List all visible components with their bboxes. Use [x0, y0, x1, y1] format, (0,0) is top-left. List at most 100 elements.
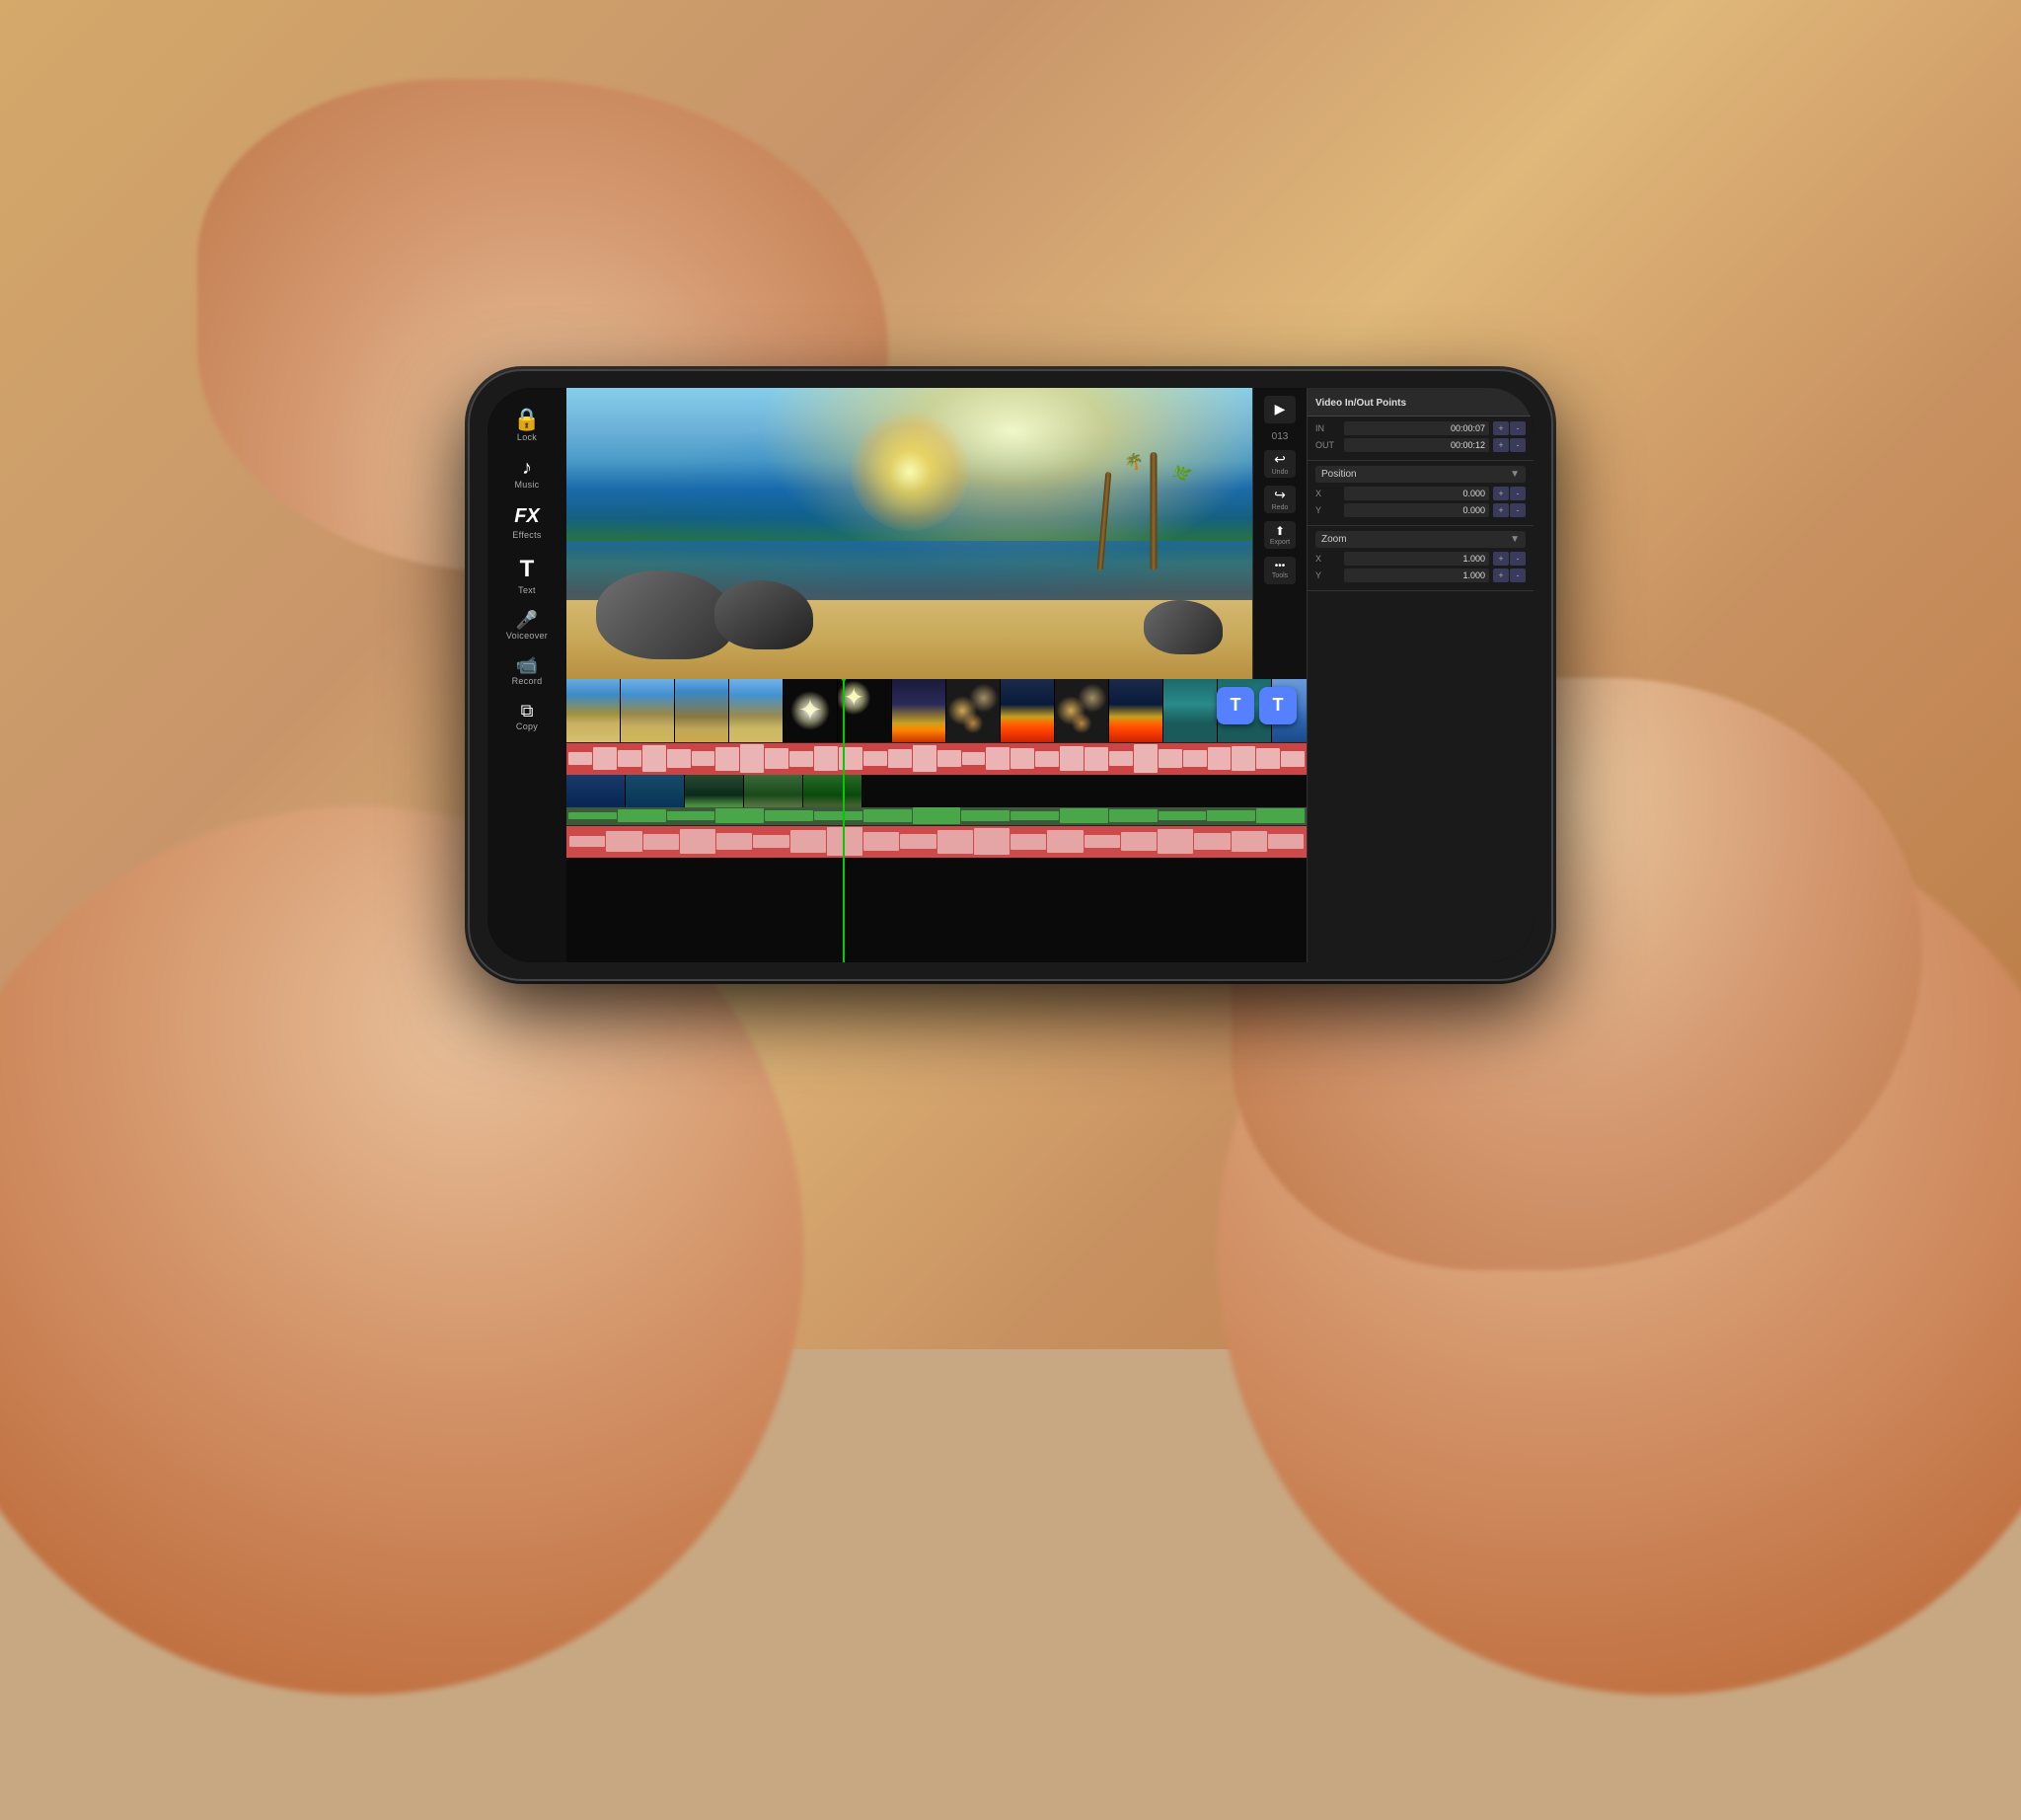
in-value: 00:00:07 [1344, 421, 1489, 435]
zoom-x-minus-btn[interactable]: - [1510, 552, 1526, 566]
position-section: Position ▼ X 0.000 + - Y 0.000 + [1308, 461, 1534, 526]
pos-y-plus-btn[interactable]: + [1493, 503, 1509, 517]
film-frame-11 [1109, 679, 1163, 742]
film-frame-12 [1163, 679, 1218, 742]
right-panel: Video In/Out Points IN 00:00:07 + - OUT … [1307, 388, 1534, 962]
zoom-y-controls: + - [1493, 569, 1526, 582]
in-point-section: IN 00:00:07 + - OUT 00:00:12 + - [1308, 417, 1534, 461]
text-icon: T [520, 556, 535, 583]
film-frame-3 [675, 679, 729, 742]
vertical-controls: ▶ 013 ↩ Undo ↪ Redo ⬆ Export [1252, 388, 1307, 679]
zoom-x-controls: + - [1493, 552, 1526, 566]
pos-x-controls: + - [1493, 487, 1526, 500]
music-icon: ♪ [522, 458, 532, 478]
pos-y-value: 0.000 [1344, 503, 1489, 517]
out-minus-btn[interactable]: - [1510, 438, 1526, 452]
in-plus-btn[interactable]: + [1493, 421, 1509, 435]
record-icon: 📹 [516, 656, 538, 674]
frame-counter: 013 [1272, 431, 1289, 442]
film-frame-4 [729, 679, 784, 742]
sidebar-item-effects[interactable]: FX Effects [491, 499, 562, 546]
copy-icon: ⧉ [521, 702, 534, 720]
pos-y-label: Y [1315, 505, 1340, 515]
film-frame-5: ✦ [784, 679, 838, 742]
sidebar-item-copy[interactable]: ⧉ Copy [491, 696, 562, 737]
tools-button[interactable]: ••• Tools [1264, 557, 1296, 584]
tools-icon: ••• [1275, 561, 1286, 571]
export-label: Export [1270, 539, 1290, 546]
sidebar-item-record-label: Record [512, 676, 543, 686]
main-video-track: ✦ ✦ [566, 679, 1307, 743]
undo-button[interactable]: ↩ Undo [1264, 450, 1296, 478]
sidebar-item-text-label: Text [518, 585, 536, 595]
in-label: IN [1315, 423, 1340, 433]
video-preview-inner: 🌴 🌿 [566, 388, 1252, 679]
sidebar-item-record[interactable]: 📹 Record [491, 650, 562, 692]
tt-button-1[interactable]: T [1217, 687, 1254, 724]
tools-label: Tools [1272, 572, 1288, 579]
zoom-chevron-icon: ▼ [1510, 534, 1520, 545]
video-preview: 🌴 🌿 [566, 388, 1252, 679]
out-point-row: OUT 00:00:12 + - [1315, 438, 1526, 452]
lock-icon: 🔒 [513, 409, 540, 430]
out-plus-btn[interactable]: + [1493, 438, 1509, 452]
zoom-x-plus-btn[interactable]: + [1493, 552, 1509, 566]
sidebar-item-voiceover-label: Voiceover [506, 631, 548, 641]
pos-y-controls: + - [1493, 503, 1526, 517]
rock-3 [1144, 600, 1223, 654]
redo-button[interactable]: ↪ Redo [1264, 486, 1296, 513]
in-minus-btn[interactable]: - [1510, 421, 1526, 435]
film-frame-10 [1055, 679, 1109, 742]
waveform-track [566, 743, 1307, 775]
export-button[interactable]: ⬆ Export [1264, 521, 1296, 549]
sidebar: 🔒 Lock ♪ Music FX Effects T Text 🎤 Voice… [487, 388, 566, 962]
play-button[interactable]: ▶ [1264, 396, 1296, 423]
pos-x-label: X [1315, 489, 1340, 498]
phone-screen: 🔒 Lock ♪ Music FX Effects T Text 🎤 Voice… [487, 388, 1534, 962]
pos-x-plus-btn[interactable]: + [1493, 487, 1509, 500]
sidebar-item-lock-label: Lock [517, 432, 537, 442]
position-header[interactable]: Position ▼ [1315, 466, 1526, 483]
phone: 🔒 Lock ♪ Music FX Effects T Text 🎤 Voice… [468, 369, 1553, 981]
film-frame-6: ✦ [838, 679, 892, 742]
second-video-track [566, 775, 1307, 826]
sidebar-item-lock[interactable]: 🔒 Lock [491, 403, 562, 448]
out-label: OUT [1315, 440, 1340, 450]
tt-buttons-container: T T [1217, 687, 1297, 724]
position-x-row: X 0.000 + - [1315, 487, 1526, 500]
playhead [843, 679, 845, 962]
sidebar-item-music[interactable]: ♪ Music [491, 452, 562, 495]
panel-title-bar: Video In/Out Points [1308, 388, 1534, 417]
zoom-y-minus-btn[interactable]: - [1510, 569, 1526, 582]
undo-arrow-icon: ↩ [1274, 451, 1286, 468]
waveform [566, 743, 1307, 775]
tt-button-2[interactable]: T [1259, 687, 1297, 724]
sidebar-item-voiceover[interactable]: 🎤 Voiceover [491, 605, 562, 646]
zoom-section: Zoom ▼ X 1.000 + - Y 1.000 + - [1308, 526, 1534, 591]
zoom-y-row: Y 1.000 + - [1315, 569, 1526, 582]
rock-1 [596, 570, 734, 659]
out-point-controls: + - [1493, 438, 1526, 452]
export-icon: ⬆ [1275, 524, 1285, 538]
pos-y-minus-btn[interactable]: - [1510, 503, 1526, 517]
fx-icon: FX [514, 505, 540, 528]
in-point-controls: + - [1493, 421, 1526, 435]
zoom-y-value: 1.000 [1344, 569, 1489, 582]
pos-x-minus-btn[interactable]: - [1510, 487, 1526, 500]
film-frame-9 [1001, 679, 1055, 742]
pos-x-value: 0.000 [1344, 487, 1489, 500]
in-point-row: IN 00:00:07 + - [1315, 421, 1526, 435]
sidebar-item-copy-label: Copy [516, 721, 538, 731]
position-label: Position [1321, 469, 1357, 480]
zoom-y-label: Y [1315, 570, 1340, 580]
film-frame-1 [566, 679, 621, 742]
sidebar-item-effects-label: Effects [512, 530, 541, 540]
zoom-y-plus-btn[interactable]: + [1493, 569, 1509, 582]
zoom-x-label: X [1315, 554, 1340, 564]
timeline[interactable]: ✦ ✦ [566, 679, 1307, 962]
sidebar-item-text[interactable]: T Text [491, 550, 562, 601]
zoom-header[interactable]: Zoom ▼ [1315, 531, 1526, 548]
redo-arrow-icon: ↪ [1274, 487, 1286, 503]
bottom-audio-track [566, 826, 1307, 858]
palm-trees: 🌴 🌿 [917, 393, 1193, 570]
